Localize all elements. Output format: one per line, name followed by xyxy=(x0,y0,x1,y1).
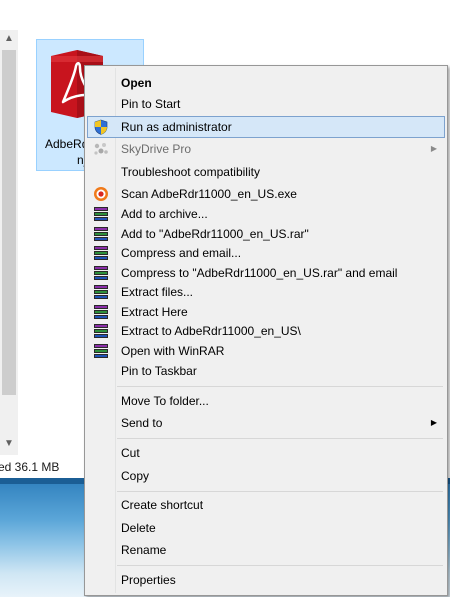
menu-item-label: Pin to Start xyxy=(121,97,181,111)
menu-item-label: Create shortcut xyxy=(121,498,204,512)
menu-item-label: Open with WinRAR xyxy=(121,344,225,358)
winrar-icon xyxy=(93,304,109,320)
submenu-arrow-icon: ▶ xyxy=(430,418,437,427)
winrar-icon xyxy=(93,206,109,222)
menu-item-extract-to-folder[interactable]: Extract to AdbeRdr11000_en_US\ xyxy=(87,320,445,342)
scroll-up-icon[interactable]: ▲ xyxy=(0,30,18,48)
winrar-icon xyxy=(93,265,109,281)
uac-shield-icon xyxy=(94,119,108,135)
menu-item-cut[interactable]: Cut xyxy=(87,442,445,464)
menu-item-label: Run as administrator xyxy=(121,120,232,134)
menu-item-send-to[interactable]: Send to ▶ xyxy=(87,412,445,434)
menu-item-label: Cut xyxy=(121,446,140,460)
skydrive-icon xyxy=(94,143,108,155)
menu-item-rename[interactable]: Rename xyxy=(87,539,445,561)
menu-item-label: Move To folder... xyxy=(121,394,209,408)
menu-item-extract-files[interactable]: Extract files... xyxy=(87,281,445,303)
menu-item-scan[interactable]: Scan AdbeRdr11000_en_US.exe xyxy=(87,183,445,205)
menu-separator xyxy=(117,491,443,492)
menu-item-label: SkyDrive Pro xyxy=(121,142,192,156)
menu-item-properties[interactable]: Properties xyxy=(87,569,445,591)
menu-separator xyxy=(117,438,443,439)
menu-item-label: Add to archive... xyxy=(121,207,208,221)
menu-item-add-to-archive[interactable]: Add to archive... xyxy=(87,203,445,225)
winrar-icon xyxy=(93,226,109,242)
menu-separator xyxy=(117,386,443,387)
winrar-icon xyxy=(93,245,109,261)
menu-item-label: Compress and email... xyxy=(121,246,242,260)
menu-separator xyxy=(117,565,443,566)
file-name-line1: AdbeRd xyxy=(45,137,89,151)
submenu-arrow-icon: ▶ xyxy=(430,144,437,153)
menu-item-pin-to-start[interactable]: Pin to Start xyxy=(87,93,445,115)
scroll-down-icon[interactable]: ▼ xyxy=(0,435,18,453)
menu-item-label: Delete xyxy=(121,521,156,535)
menu-item-label: Properties xyxy=(121,573,176,587)
menu-item-open-with-winrar[interactable]: Open with WinRAR xyxy=(87,340,445,362)
winrar-icon xyxy=(93,323,109,339)
menu-item-compress-and-email[interactable]: Compress and email... xyxy=(87,242,445,264)
menu-item-skydrive-pro[interactable]: SkyDrive Pro ▶ xyxy=(87,138,445,160)
vertical-scrollbar[interactable]: ▲ ▼ xyxy=(0,30,18,455)
winrar-icon xyxy=(93,343,109,359)
context-menu: Open Pin to Start Run as administrator S… xyxy=(84,65,448,596)
menu-item-label: Rename xyxy=(121,543,167,557)
menu-item-label: Open xyxy=(121,76,152,90)
status-text: ed 36.1 MB xyxy=(0,460,60,474)
menu-item-label: Pin to Taskbar xyxy=(121,364,197,378)
antivirus-scan-icon xyxy=(94,187,108,201)
menu-item-label: Troubleshoot compatibility xyxy=(121,165,260,179)
menu-item-delete[interactable]: Delete xyxy=(87,517,445,539)
menu-item-run-as-administrator[interactable]: Run as administrator xyxy=(87,116,445,138)
menu-item-label: Send to xyxy=(121,416,163,430)
menu-item-open[interactable]: Open xyxy=(87,72,445,94)
menu-item-copy[interactable]: Copy xyxy=(87,465,445,487)
scrollbar-thumb[interactable] xyxy=(2,50,16,395)
menu-item-label: Extract to AdbeRdr11000_en_US\ xyxy=(121,324,301,338)
winrar-icon xyxy=(93,284,109,300)
menu-item-label: Scan AdbeRdr11000_en_US.exe xyxy=(121,187,297,201)
menu-item-label: Extract files... xyxy=(121,285,194,299)
menu-item-move-to-folder[interactable]: Move To folder... xyxy=(87,390,445,412)
menu-item-create-shortcut[interactable]: Create shortcut xyxy=(87,494,445,516)
menu-item-pin-to-taskbar[interactable]: Pin to Taskbar xyxy=(87,360,445,382)
menu-item-troubleshoot-compatibility[interactable]: Troubleshoot compatibility xyxy=(87,161,445,183)
menu-item-label: Copy xyxy=(121,469,150,483)
